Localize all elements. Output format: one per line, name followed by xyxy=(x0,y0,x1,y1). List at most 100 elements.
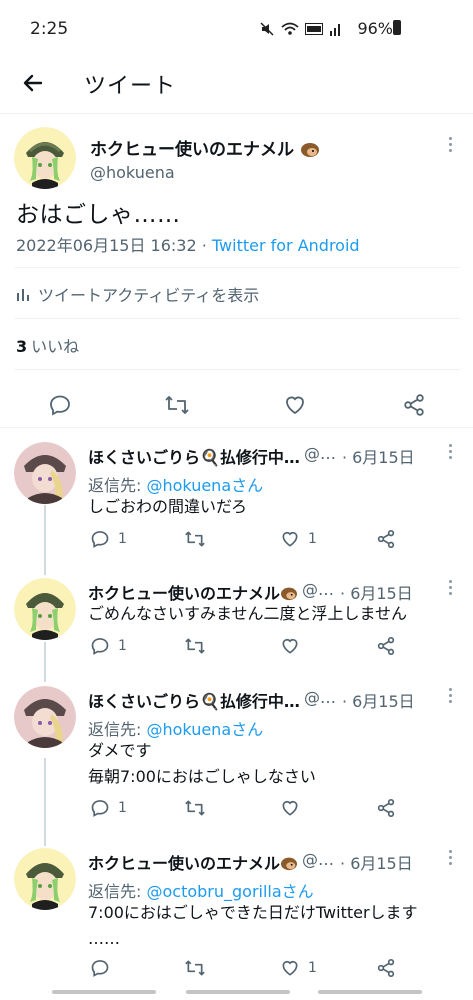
like-count: 1 xyxy=(308,960,317,976)
header: ツイート xyxy=(0,58,473,114)
reply-header: ほくさいごりら🍳払修行中… @… · 6月15日 xyxy=(88,688,440,712)
replying-to-link[interactable]: @hokuenaさん xyxy=(146,720,263,739)
tweet-meta: 2022年06月15日 16:32 · Twitter for Android xyxy=(16,232,360,256)
avatar-image xyxy=(14,578,76,640)
likes-count: 3 xyxy=(16,337,28,356)
author-handle[interactable]: @… xyxy=(304,444,336,468)
retweet-icon xyxy=(185,531,205,547)
retweet-button[interactable] xyxy=(184,798,214,818)
arrow-left-icon xyxy=(23,74,43,92)
avatar[interactable] xyxy=(14,686,76,748)
like-button[interactable] xyxy=(280,636,308,656)
retweet-button[interactable] xyxy=(184,529,214,549)
nav-recents-handle[interactable] xyxy=(52,990,156,994)
replying-to-link[interactable]: @hokuenaさん xyxy=(146,476,263,495)
like-button[interactable]: 1 xyxy=(280,529,317,549)
retweet-icon xyxy=(185,800,205,816)
author-name-text: ホクヒュー使いのエナメル xyxy=(88,854,281,873)
mute-icon xyxy=(260,22,274,36)
heart-icon xyxy=(282,638,298,654)
replying-to: 返信先: @hokuenaさん xyxy=(88,716,263,740)
heart-icon xyxy=(282,531,298,547)
more-options-icon[interactable] xyxy=(445,688,455,708)
author-name[interactable]: ほくさいごりら🍳払修行中… xyxy=(88,444,300,468)
battery-icon xyxy=(393,20,401,35)
replying-to: 返信先: @octobru_gorillaさん xyxy=(88,878,314,902)
reply-icon xyxy=(50,395,70,416)
avatar[interactable] xyxy=(14,848,76,910)
tweet-activity-label: ツイートアクティビティを表示 xyxy=(38,286,260,305)
more-options-icon[interactable] xyxy=(445,580,455,600)
reply-tweet[interactable]: ホクヒュー使いのエナメル @… · 6月15日 返信先: @octobru_go… xyxy=(0,838,473,986)
author-handle[interactable]: @hokuena xyxy=(90,163,175,182)
tweet-text: おはごしゃ…… xyxy=(16,202,181,228)
avatar-image xyxy=(14,127,76,189)
retweet-button[interactable] xyxy=(164,393,190,417)
reply-tweet[interactable]: ほくさいごりら🍳払修行中… @… · 6月15日 返信先: @hokuenaさん… xyxy=(0,432,473,567)
likes-summary[interactable]: 3 いいね xyxy=(16,333,79,357)
reply-tweet[interactable]: ホクヒュー使いのエナメル @… · 6月15日 ごめんなさいすみません二度と浮上… xyxy=(0,568,473,668)
tweet-text: 7:00におはごしゃできた日だけTwitterします …… xyxy=(88,903,418,948)
like-button[interactable] xyxy=(283,393,307,417)
replying-to-link[interactable]: @octobru_gorillaさん xyxy=(146,882,313,901)
reply-button[interactable]: 1 xyxy=(90,529,127,549)
reply-button[interactable] xyxy=(90,958,118,978)
share-button[interactable] xyxy=(376,529,396,549)
author-name[interactable]: ほくさいごりら🍳払修行中… xyxy=(88,688,300,712)
avatar[interactable] xyxy=(14,127,76,189)
tweet-date[interactable]: · 6月15日 xyxy=(342,688,415,712)
more-options-icon[interactable] xyxy=(445,444,455,464)
avatar-image xyxy=(14,686,76,748)
reply-button[interactable]: 1 xyxy=(90,636,127,656)
replying-to-label: 返信先: xyxy=(88,476,147,495)
author-name[interactable]: ホクヒュー使いのエナメル xyxy=(90,135,320,160)
nav-back-handle[interactable] xyxy=(318,990,422,994)
tweet-activity-link[interactable]: ツイートアクティビティを表示 xyxy=(16,282,259,306)
tweet-actions: 1 xyxy=(88,798,398,822)
retweet-button[interactable] xyxy=(184,636,214,656)
share-icon xyxy=(377,799,395,818)
wifi-icon xyxy=(281,22,299,35)
share-button[interactable] xyxy=(402,393,426,417)
share-button[interactable] xyxy=(376,798,396,818)
reply-count: 1 xyxy=(118,638,127,654)
tweet-source-link[interactable]: Twitter for Android xyxy=(212,236,360,255)
nav-home-handle[interactable] xyxy=(186,990,290,994)
author-handle[interactable]: @… xyxy=(304,688,336,712)
avatar[interactable] xyxy=(14,578,76,640)
tweet-date[interactable]: · 6月15日 xyxy=(342,444,415,468)
tweet-text: ダメです 毎朝7:00におはごしゃしなさい xyxy=(88,741,316,786)
share-icon xyxy=(377,530,395,549)
reply-icon xyxy=(91,638,109,655)
hedgehog-emoji-icon xyxy=(300,143,319,157)
share-button[interactable] xyxy=(376,636,396,656)
tweet-actions xyxy=(0,383,473,427)
replying-to-label: 返信先: xyxy=(88,720,147,739)
tweet-date[interactable]: · 6月15日 xyxy=(340,850,413,874)
battery-percent: 96% xyxy=(357,19,393,38)
avatar-image xyxy=(14,442,76,504)
more-options-icon[interactable] xyxy=(445,850,455,870)
back-button[interactable] xyxy=(18,68,48,98)
tweet-text: しごおわの間違いだろ xyxy=(88,497,248,516)
retweet-icon xyxy=(165,396,189,414)
likes-label: いいね xyxy=(31,337,80,356)
more-options-icon[interactable] xyxy=(445,137,455,157)
system-nav-bar xyxy=(0,986,473,1000)
share-button[interactable] xyxy=(376,958,396,978)
author-name[interactable]: ホクヒュー使いのエナメル xyxy=(88,850,298,874)
reply-tweet[interactable]: ほくさいごりら🍳払修行中… @… · 6月15日 返信先: @hokuenaさん… xyxy=(0,676,473,838)
retweet-button[interactable] xyxy=(184,958,214,978)
reply-count: 1 xyxy=(118,800,127,816)
avatar[interactable] xyxy=(14,442,76,504)
avatar-image xyxy=(14,848,76,910)
reply-icon xyxy=(91,531,109,548)
like-button[interactable]: 1 xyxy=(280,958,317,978)
bar-chart-icon xyxy=(17,289,29,301)
tweet-text: ごめんなさいすみません二度と浮上しません xyxy=(88,604,408,623)
reply-button[interactable] xyxy=(48,393,72,417)
like-button[interactable] xyxy=(280,798,308,818)
reply-button[interactable]: 1 xyxy=(90,798,127,818)
author-handle[interactable]: @… xyxy=(302,850,334,874)
replying-to: 返信先: @hokuenaさん xyxy=(88,472,263,496)
